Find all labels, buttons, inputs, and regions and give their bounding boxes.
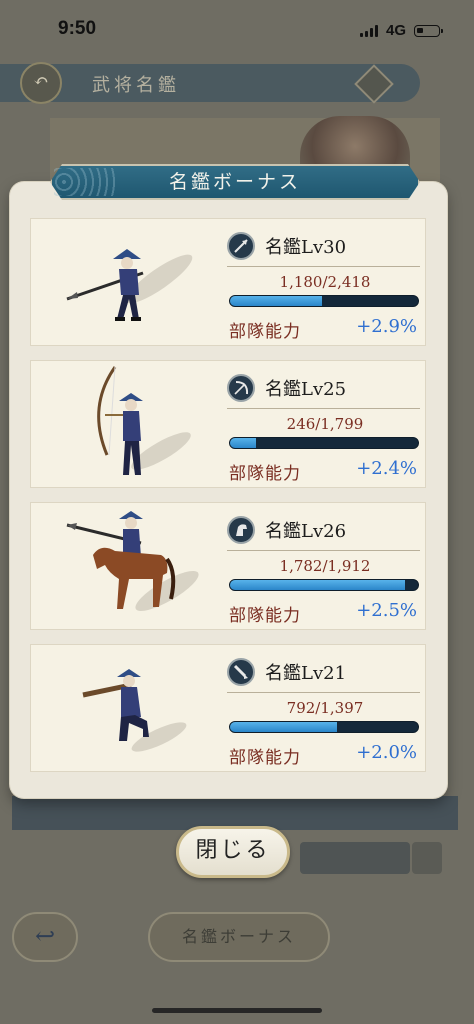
stat-label: 部隊能力 [229,606,301,626]
archer-soldier-figure [97,366,191,475]
progress-text: 1,782/1,912 [279,557,371,575]
bonus-card: 名鑑Lv25 246/1,799 部隊能力 +2.4% [30,360,426,488]
background-header: ↶ 武将名鑑 [0,62,420,104]
cavalry-soldier-figure [66,511,199,611]
background-bonus-button: 名鑑ボーナス [148,912,330,962]
divider [227,408,420,409]
stat-label: 部隊能力 [229,464,301,484]
progress-bar [229,721,419,733]
bonus-card: 名鑑Lv26 1,782/1,912 部隊能力 +2.5% [30,502,426,630]
progress-bar [229,579,419,591]
divider [227,692,420,693]
background-button [300,842,410,874]
progress-bar-fill [230,438,256,448]
collection-level: 名鑑Lv21 [265,663,347,684]
signal-icon [359,24,378,37]
bonus-modal: 名鑑ボーナス 名鑑Lv30 1,180/2,418 部隊能力 +2.9% 名鑑L… [10,182,447,798]
status-right: 4G [359,22,443,39]
battery-icon [414,24,443,37]
background-tab-bar [12,796,458,830]
progress-bar-fill [230,580,406,590]
spear-soldier-figure [66,249,193,321]
status-time: 9:50 [58,18,97,39]
collection-level: 名鑑Lv25 [265,379,347,400]
background-back-button: ↩ [12,912,78,962]
progress-bar [229,437,419,449]
stat-value: +2.9% [356,316,417,337]
stat-label: 部隊能力 [229,748,301,768]
background-square-button [412,842,442,874]
background-back-icon: ↶ [20,62,62,104]
stat-value: +2.4% [356,458,417,479]
progress-bar-fill [230,722,337,732]
progress-text: 246/1,799 [286,415,364,433]
collection-level: 名鑑Lv26 [265,521,347,542]
background-menu-icon [354,64,394,104]
bonus-card: 名鑑Lv30 1,180/2,418 部隊能力 +2.9% [30,218,426,346]
stat-value: +2.0% [356,742,417,763]
progress-text: 1,180/2,418 [279,273,371,291]
horse-icon [227,516,255,544]
stat-label: 部隊能力 [229,322,301,342]
home-indicator[interactable] [152,1008,322,1013]
bow-icon [227,374,255,402]
progress-text: 792/1,397 [286,699,364,717]
divider [227,550,420,551]
network-label: 4G [385,22,406,39]
gunner-soldier-figure [82,669,187,752]
bonus-card: 名鑑Lv21 792/1,397 部隊能力 +2.0% [30,644,426,772]
progress-bar [229,295,419,307]
close-button[interactable]: 閉じる [176,826,290,878]
divider [227,266,420,267]
background-title: 武将名鑑 [92,75,180,96]
title-pattern [54,168,116,196]
collection-level: 名鑑Lv30 [265,237,347,258]
spear-icon [227,232,255,260]
stat-value: +2.5% [356,600,417,621]
progress-bar-fill [230,296,322,306]
musket-icon [227,658,255,686]
status-bar: 9:50 4G [0,0,474,58]
